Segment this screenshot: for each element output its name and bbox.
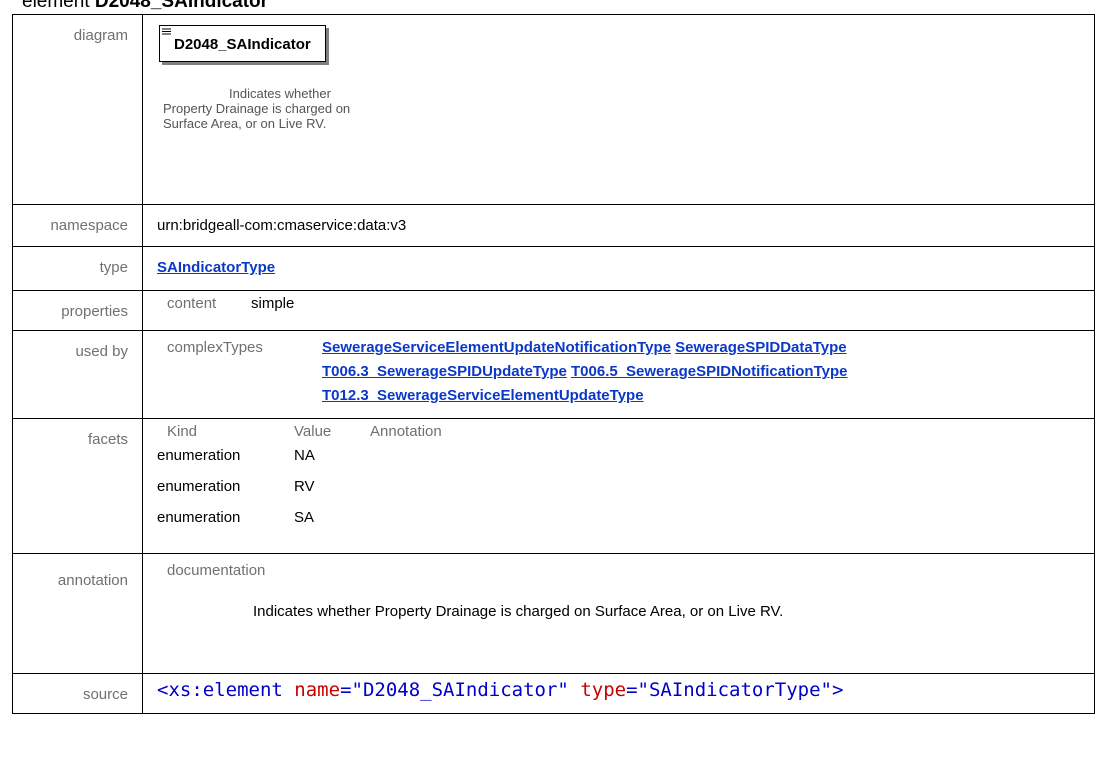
source-tag-open: <xs:element xyxy=(157,679,283,701)
annotation-cell: documentation Indicates whether Property… xyxy=(142,553,1095,674)
facet-annotation xyxy=(370,502,1084,533)
row-diagram: diagram D2048_SAIndicator Indicates whet… xyxy=(12,14,1095,205)
element-doc-table: diagram D2048_SAIndicator Indicates whet… xyxy=(12,14,1095,714)
diagram-annotation-note: Indicates whether Property Drainage is c… xyxy=(163,86,351,131)
row-label-diagram: diagram xyxy=(12,14,143,205)
facet-value: SA xyxy=(294,509,315,526)
facet-annotation xyxy=(370,471,1084,502)
diagram-element-name: D2048_SAIndicator xyxy=(174,36,311,53)
facet-value: RV xyxy=(294,478,315,495)
heading-element-name: D2048_SAIndicator xyxy=(94,0,269,12)
row-used-by: used by complexTypes SewerageServiceElem… xyxy=(12,330,1095,419)
diagram-element-box[interactable]: D2048_SAIndicator xyxy=(159,25,326,62)
used-by-key-text: complexTypes xyxy=(167,339,263,356)
facets-header-kind: Kind xyxy=(167,423,198,440)
type-link[interactable]: SAIndicatorType xyxy=(157,259,275,276)
page-heading: element D2048_SAIndicator xyxy=(22,0,268,13)
row-source: source <xs:element name="D2048_SAIndicat… xyxy=(12,673,1095,714)
facets-table: Kind Value Annotation enumeration NA enu… xyxy=(157,424,1084,533)
row-facets: facets Kind Value Annotation enumeration… xyxy=(12,418,1095,554)
properties-cell: content simple xyxy=(142,290,1095,331)
used-by-links: SewerageServiceElementUpdateNotification… xyxy=(322,336,847,408)
row-label-annotation: annotation xyxy=(12,553,143,674)
source-cell: <xs:element name="D2048_SAIndicator" typ… xyxy=(142,673,1095,714)
source-attr-name: name xyxy=(294,679,341,701)
source-code: <xs:element name="D2048_SAIndicator" typ… xyxy=(157,679,844,701)
row-type: type SAIndicatorType xyxy=(12,246,1095,291)
element-list-icon xyxy=(162,28,171,35)
heading-prefix: element xyxy=(22,0,95,12)
facets-header-annotation: Annotation xyxy=(370,423,442,440)
used-by-link[interactable]: T006.5_SewerageSPIDNotificationType xyxy=(571,363,847,380)
annotation-text: Indicates whether Property Drainage is c… xyxy=(253,603,784,620)
source-attr-type: type xyxy=(580,679,627,701)
row-properties: properties content simple xyxy=(12,290,1095,331)
type-cell: SAIndicatorType xyxy=(142,246,1095,291)
facet-kind: enumeration xyxy=(157,447,241,464)
used-by-link[interactable]: T012.3_SewerageServiceElementUpdateType xyxy=(322,387,644,404)
source-tag-close: > xyxy=(832,679,844,701)
used-by-cell: complexTypes SewerageServiceElementUpdat… xyxy=(142,330,1095,419)
row-label-properties: properties xyxy=(12,290,143,331)
source-attr-type-value: "SAIndicatorType" xyxy=(637,679,832,701)
source-attr-name-value: "D2048_SAIndicator" xyxy=(351,679,569,701)
row-label-type: type xyxy=(12,246,143,291)
row-label-facets: facets xyxy=(12,418,143,554)
properties-key: content xyxy=(167,295,217,312)
facet-value: NA xyxy=(294,447,315,464)
row-label-source: source xyxy=(12,673,143,714)
diagram-cell: D2048_SAIndicator Indicates whether Prop… xyxy=(142,14,1095,205)
facet-kind: enumeration xyxy=(157,478,241,495)
properties-value: simple xyxy=(251,295,295,312)
facets-header-value: Value xyxy=(294,423,332,440)
facet-annotation xyxy=(370,440,1084,471)
namespace-value: urn:bridgeall-com:cmaservice:data:v3 xyxy=(142,204,1095,247)
used-by-link[interactable]: SewerageSPIDDataType xyxy=(675,339,846,356)
used-by-link[interactable]: SewerageServiceElementUpdateNotification… xyxy=(322,339,671,356)
facet-kind: enumeration xyxy=(157,509,241,526)
row-label-namespace: namespace xyxy=(12,204,143,247)
facets-cell: Kind Value Annotation enumeration NA enu… xyxy=(142,418,1095,554)
row-namespace: namespace urn:bridgeall-com:cmaservice:d… xyxy=(12,204,1095,247)
used-by-key: complexTypes xyxy=(157,339,322,408)
used-by-link[interactable]: T006.3_SewerageSPIDUpdateType xyxy=(322,363,567,380)
row-annotation: annotation documentation Indicates wheth… xyxy=(12,553,1095,674)
annotation-key: documentation xyxy=(167,562,266,579)
row-label-used-by: used by xyxy=(12,330,143,419)
